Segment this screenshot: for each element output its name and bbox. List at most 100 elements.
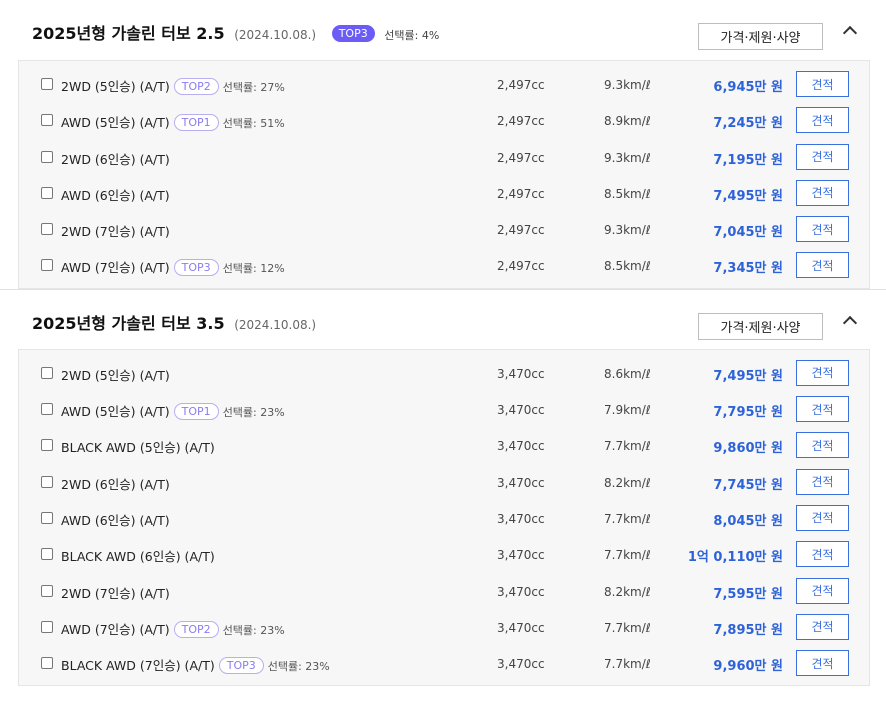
trim-group-header: 2025년형 가솔린 터보 2.5 (2024.10.08.) TOP3 선택률… bbox=[0, 0, 886, 60]
trim-checkbox[interactable] bbox=[41, 150, 53, 163]
trim-price: 9,860만 원 bbox=[713, 441, 783, 457]
fuel-efficiency: 7.7km/ℓ bbox=[604, 439, 651, 454]
quote-button[interactable]: 견적 bbox=[796, 613, 849, 640]
displacement: 3,470cc bbox=[497, 366, 545, 381]
trim-name: 2WD (6인승) (A/T) bbox=[61, 476, 170, 492]
quote-button[interactable]: 견적 bbox=[796, 252, 849, 279]
quote-button[interactable]: 견적 bbox=[796, 179, 849, 206]
displacement: 2,497cc bbox=[497, 223, 545, 238]
fuel-efficiency: 8.6km/ℓ bbox=[604, 366, 651, 381]
chevron-up-icon[interactable] bbox=[842, 315, 858, 330]
displacement: 3,470cc bbox=[497, 511, 545, 526]
trim-label: AWD (5인승) (A/T) TOP1 선택률: 23% bbox=[61, 401, 285, 421]
selection-rate: 선택률: 12% bbox=[222, 262, 285, 276]
group-date: (2024.10.08.) bbox=[234, 317, 317, 332]
trim-checkbox[interactable] bbox=[41, 620, 53, 633]
trim-price: 8,045만 원 bbox=[713, 513, 783, 529]
trim-checkbox[interactable] bbox=[41, 475, 53, 488]
trim-checkbox[interactable] bbox=[41, 548, 53, 561]
quote-button[interactable]: 견적 bbox=[796, 143, 849, 170]
trim-checkbox[interactable] bbox=[41, 657, 53, 670]
trim-name: AWD (5인승) (A/T) bbox=[61, 115, 170, 131]
trim-name: 2WD (5인승) (A/T) bbox=[61, 367, 170, 383]
trim-checkbox[interactable] bbox=[41, 366, 53, 379]
quote-button[interactable]: 견적 bbox=[796, 359, 849, 386]
trim-price: 7,495만 원 bbox=[713, 188, 783, 204]
spec-button[interactable]: 가격·제원·사양 bbox=[698, 23, 823, 50]
fuel-efficiency: 8.2km/ℓ bbox=[604, 475, 651, 490]
trim-row: AWD (6인승) (A/T) 3,470cc 7.7km/ℓ 8,045만 원… bbox=[19, 501, 869, 537]
trim-row: BLACK AWD (7인승) (A/T) TOP3 선택률: 23% 3,470c… bbox=[19, 646, 869, 682]
trim-row: AWD (5인승) (A/T) TOP1 선택률: 51% 2,497cc 8.9k… bbox=[19, 103, 869, 139]
trim-name: 2WD (7인승) (A/T) bbox=[61, 224, 170, 240]
displacement: 3,470cc bbox=[497, 439, 545, 454]
fuel-efficiency: 8.5km/ℓ bbox=[604, 259, 651, 274]
trim-label: AWD (7인승) (A/T) TOP3 선택률: 12% bbox=[61, 257, 285, 277]
spec-button[interactable]: 가격·제원·사양 bbox=[698, 312, 823, 340]
trim-label: 2WD (5인승) (A/T) TOP2 선택률: 27% bbox=[61, 76, 285, 95]
trim-name: AWD (7인승) (A/T) bbox=[61, 621, 170, 637]
trim-checkbox[interactable] bbox=[41, 439, 53, 452]
trim-price: 7,195만 원 bbox=[713, 152, 783, 168]
group-title-text: 2025년형 가솔린 터보 3.5 bbox=[32, 313, 225, 333]
fuel-efficiency: 8.5km/ℓ bbox=[604, 186, 651, 201]
displacement: 3,470cc bbox=[497, 548, 545, 563]
trim-checkbox[interactable] bbox=[41, 114, 53, 127]
trim-name: AWD (6인승) (A/T) bbox=[61, 187, 170, 203]
trim-price: 7,745만 원 bbox=[713, 477, 783, 493]
fuel-efficiency: 7.7km/ℓ bbox=[604, 511, 651, 526]
trim-checkbox[interactable] bbox=[41, 584, 53, 597]
top-badge: TOP1 bbox=[173, 403, 219, 421]
quote-button[interactable]: 견적 bbox=[796, 577, 849, 604]
selection-rate: 선택률: 23% bbox=[222, 623, 285, 637]
fuel-efficiency: 8.9km/ℓ bbox=[604, 114, 651, 129]
trim-price: 7,895만 원 bbox=[713, 622, 783, 638]
selection-rate: 선택률: 4% bbox=[384, 29, 440, 42]
group-date: (2024.10.08.) bbox=[234, 28, 317, 42]
displacement: 2,497cc bbox=[497, 78, 545, 92]
trim-row: BLACK AWD (6인승) (A/T) 3,470cc 7.7km/ℓ 1억… bbox=[19, 537, 869, 573]
trim-price: 7,045만 원 bbox=[713, 225, 783, 241]
displacement: 2,497cc bbox=[497, 114, 545, 129]
quote-button[interactable]: 견적 bbox=[796, 216, 849, 243]
selection-rate: 선택률: 23% bbox=[267, 660, 330, 674]
trim-checkbox[interactable] bbox=[41, 186, 53, 199]
trim-checkbox[interactable] bbox=[41, 259, 53, 272]
quote-button[interactable]: 견적 bbox=[796, 541, 849, 568]
quote-button[interactable]: 견적 bbox=[796, 432, 849, 459]
quote-button[interactable]: 견적 bbox=[796, 504, 849, 531]
trim-checkbox[interactable] bbox=[41, 223, 53, 236]
trim-group-title: 2025년형 가솔린 터보 2.5 (2024.10.08.) TOP3 선택률… bbox=[32, 20, 439, 44]
trim-price: 6,945만 원 bbox=[713, 80, 783, 95]
chevron-up-icon[interactable] bbox=[842, 25, 858, 41]
trim-checkbox[interactable] bbox=[41, 403, 53, 416]
trim-label: BLACK AWD (7인승) (A/T) TOP3 선택률: 23% bbox=[61, 655, 330, 675]
displacement: 3,470cc bbox=[497, 403, 545, 418]
trim-row: 2WD (6인승) (A/T) 3,470cc 8.2km/ℓ 7,745만 원… bbox=[19, 465, 869, 501]
trim-group-header: 2025년형 가솔린 터보 3.5 (2024.10.08.) 가격·제원·사양 bbox=[0, 288, 886, 349]
trim-name: BLACK AWD (5인승) (A/T) bbox=[61, 440, 215, 456]
trim-list: 2WD (5인승) (A/T) 3,470cc 8.6km/ℓ 7,495만 원… bbox=[18, 348, 870, 687]
top-badge: TOP3 bbox=[173, 259, 219, 277]
fuel-efficiency: 9.3km/ℓ bbox=[604, 150, 651, 165]
trim-price: 7,245만 원 bbox=[713, 116, 783, 132]
top-badge: TOP3 bbox=[331, 25, 375, 42]
trim-row: 2WD (5인승) (A/T) 3,470cc 8.6km/ℓ 7,495만 원… bbox=[19, 356, 869, 392]
trim-checkbox[interactable] bbox=[41, 78, 53, 90]
trim-price: 7,495만 원 bbox=[713, 368, 783, 384]
trim-checkbox[interactable] bbox=[41, 511, 53, 524]
group-title-text: 2025년형 가솔린 터보 2.5 bbox=[32, 24, 225, 43]
trim-group-title: 2025년형 가솔린 터보 3.5 (2024.10.08.) bbox=[32, 310, 316, 334]
fuel-efficiency: 9.3km/ℓ bbox=[604, 78, 651, 92]
quote-button[interactable]: 견적 bbox=[796, 107, 849, 134]
trim-name: 2WD (6인승) (A/T) bbox=[61, 151, 170, 167]
quote-button[interactable]: 견적 bbox=[796, 468, 849, 495]
quote-button[interactable]: 견적 bbox=[796, 650, 849, 677]
fuel-efficiency: 7.7km/ℓ bbox=[604, 620, 651, 635]
quote-button[interactable]: 견적 bbox=[796, 71, 849, 97]
selection-rate: 선택률: 27% bbox=[222, 81, 285, 94]
trim-price: 7,795만 원 bbox=[713, 405, 783, 421]
quote-button[interactable]: 견적 bbox=[796, 396, 849, 423]
trim-name: AWD (7인승) (A/T) bbox=[61, 260, 170, 276]
trim-name: 2WD (7인승) (A/T) bbox=[61, 585, 170, 601]
